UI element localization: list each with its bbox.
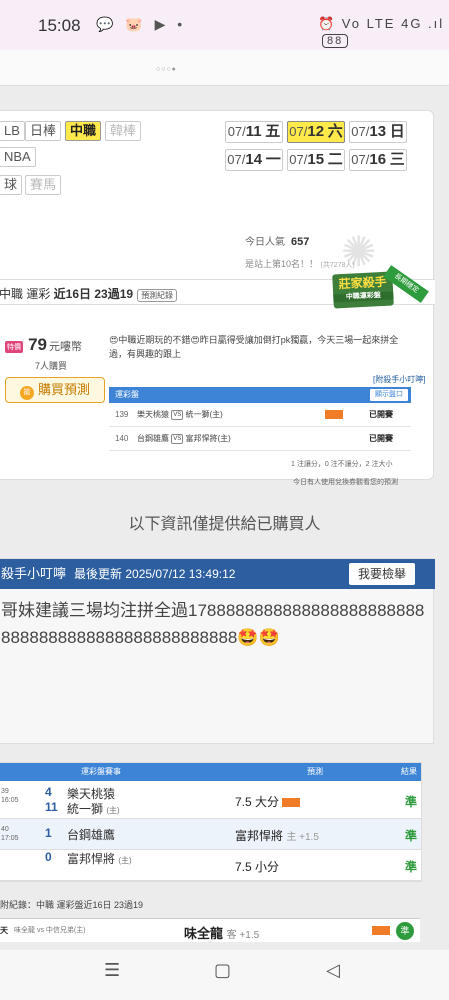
win-badge: 準 xyxy=(396,922,414,940)
page-content: LB 日棒 中職 韓棒 NBA 球 賽馬 07/11 五 07/12 六 07/… xyxy=(0,86,449,950)
hint-link[interactable]: [附殺手小叮嚀] xyxy=(373,374,425,385)
voucher-note: 今日有人使用兌換券觀看您的預測 xyxy=(293,479,398,486)
system-nav-bar: ☰ ▢ ◁ xyxy=(0,950,449,1000)
history-row: 天 味全龍 vs 中信兄弟(主) 味全龍 客 +1.5 準 xyxy=(0,918,420,942)
browser-tab-strip: ○○○● xyxy=(0,50,449,86)
signal-icons: ⏰ Vo LTE 4G .ıl 88 xyxy=(318,16,449,48)
show-odds-button[interactable]: 顯示盤口 xyxy=(370,389,408,401)
league-tab-nba[interactable]: NBA xyxy=(0,147,36,167)
date-tab[interactable]: 07/13 日 xyxy=(349,121,407,143)
bet-count-note: 1 注讓分，0 注不讓分，2 注大小 xyxy=(291,461,393,468)
killer-hint-header: 殺手小叮嚀 最後更新 2025/07/12 13:49:12 我要檢舉 xyxy=(0,559,435,589)
status-bar: 15:08 💬 🐷 ▶ • ⏰ Vo LTE 4G .ıl 88 xyxy=(0,0,449,50)
league-tab-ball[interactable]: 球 xyxy=(0,175,23,195)
back-icon[interactable]: ◁ xyxy=(326,960,340,981)
predictor-comment: 😍中職近期玩的不錯😍昨日贏得受讓加倒打pk獨贏，今天三場一起來拼全過，有興趣的跟… xyxy=(109,335,399,359)
mini-row: 140 台鋼雄鷹 VS 富邦悍將(主) 已開賽 xyxy=(109,427,411,451)
sale-tag: 特價 xyxy=(5,341,23,354)
buy-prediction-button[interactable]: 搶購買預測 xyxy=(5,377,105,403)
date-tab[interactable]: 07/16 三 xyxy=(349,149,407,171)
predictor-title: 中職 運彩 近16日 23過19 預測紀錄 xyxy=(0,285,178,302)
mini-table-header: 運彩盤 顯示盤口 xyxy=(109,387,411,403)
purchased-only-notice: 以下資訊僅提供給已購買人 xyxy=(128,516,321,533)
table-row: 39 16:05 4 樂天桃猿 11 統一獅 (主) 7.5 大分 準 xyxy=(0,781,421,819)
table-header: 運彩盤賽事 預測 結果 xyxy=(0,763,421,781)
league-tab-npb[interactable]: 日棒 xyxy=(25,121,62,141)
table-row: 40 17:05 1 台鋼雄鷹 富邦悍將 主 +1.5 準 0 富邦悍將 (主) … xyxy=(0,819,421,881)
odds-tag-icon xyxy=(372,926,390,935)
date-tab-selected[interactable]: 07/12 六 xyxy=(287,121,345,143)
report-button[interactable]: 我要檢舉 xyxy=(349,563,415,585)
date-tab[interactable]: 07/14 一 xyxy=(225,149,283,171)
predictor-card: LB 日棒 中職 韓棒 NBA 球 賽馬 07/11 五 07/12 六 07/… xyxy=(0,110,435,486)
status-time: 15:08 xyxy=(38,16,81,35)
history-label: 附紀錄：中職 運彩盤近16日 23過19 xyxy=(0,900,144,910)
record-button[interactable]: 預測紀錄 xyxy=(137,289,178,302)
signal-icon: ⏰ Vo LTE 4G .ıl xyxy=(318,16,445,31)
menu-icon[interactable]: ☰ xyxy=(104,960,120,981)
tab-indicator-dots: ○○○● xyxy=(156,66,177,73)
killer-hint-section: 殺手小叮嚀 最後更新 2025/07/12 13:49:12 我要檢舉 哥妹建議三… xyxy=(0,558,435,744)
league-tab-mlb[interactable]: LB xyxy=(0,121,25,141)
grab-icon: 搶 xyxy=(19,386,34,400)
odds-tag-icon xyxy=(282,798,301,808)
league-tab-cpbl[interactable]: 中職 xyxy=(65,121,102,141)
popularity-rank: 是站上第10名！！ (共7278人) xyxy=(245,259,355,269)
mini-row: 139 樂天桃猿 VS 統一獅(主) 已開賽 xyxy=(109,403,411,427)
popularity: 今日人氣 657 xyxy=(245,236,310,248)
home-icon[interactable]: ▢ xyxy=(214,960,231,981)
league-tab-kbo[interactable]: 韓棒 xyxy=(105,121,142,141)
prediction-table: 運彩盤賽事 預測 結果 39 16:05 4 樂天桃猿 11 統一獅 (主) 7.… xyxy=(0,762,422,882)
odds-tag-icon xyxy=(325,410,343,419)
date-tab[interactable]: 07/11 五 xyxy=(225,121,283,143)
battery-icon: 88 xyxy=(322,34,349,48)
notification-icons: 💬 🐷 ▶ • xyxy=(96,16,187,32)
league-tab-horse[interactable]: 賽馬 xyxy=(25,175,62,195)
buyer-count: 7人購買 xyxy=(35,361,68,371)
killer-hint-text: 哥妹建議三場均注拼全過17888888888888888888888888888… xyxy=(1,601,425,647)
date-tab[interactable]: 07/15 二 xyxy=(287,149,345,171)
price: 特價 79 元嘍幣 xyxy=(5,335,82,354)
